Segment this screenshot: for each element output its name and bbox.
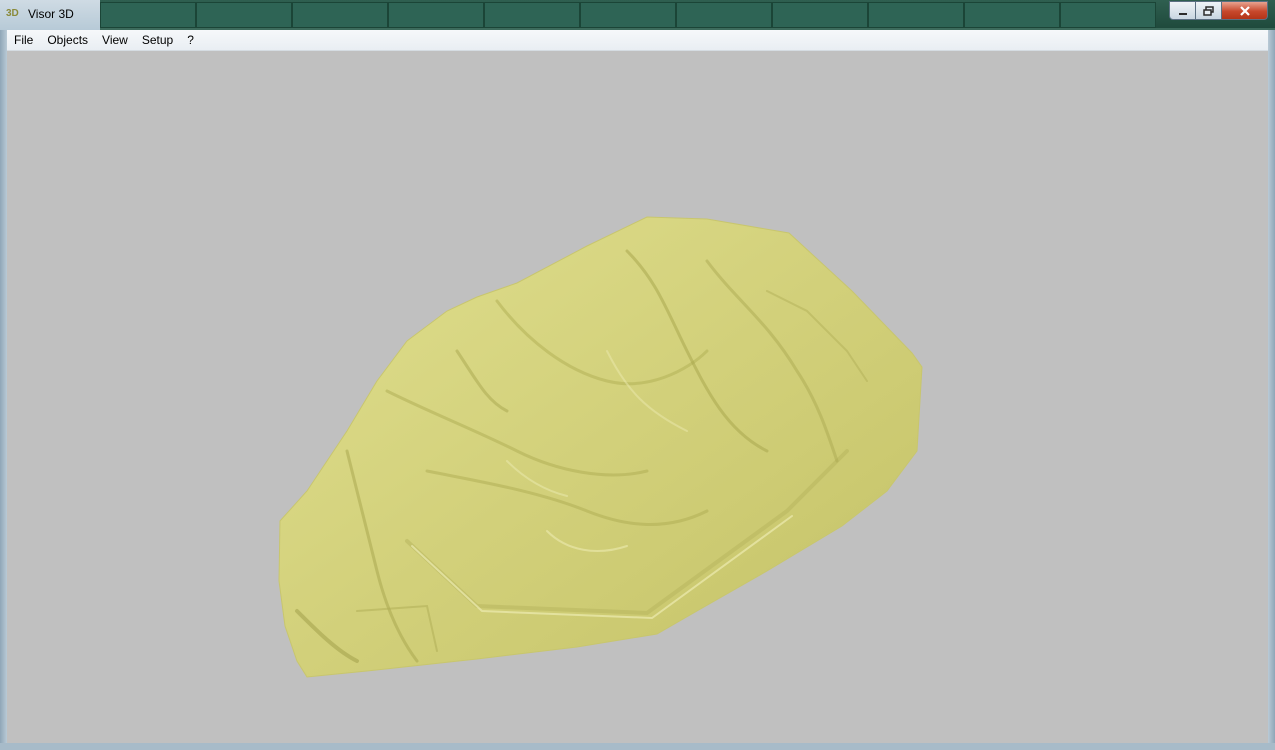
- terrain-model[interactable]: [7, 51, 1268, 743]
- window-title: Visor 3D: [28, 7, 74, 21]
- window-frame-right[interactable]: [1268, 30, 1275, 750]
- window-frame-bottom[interactable]: [0, 743, 1275, 750]
- window-frame-left[interactable]: [0, 30, 7, 750]
- close-icon: [1239, 5, 1250, 16]
- restore-icon: [1202, 5, 1214, 16]
- menu-setup[interactable]: Setup: [135, 31, 180, 49]
- menu-help[interactable]: ?: [180, 31, 201, 49]
- maximize-button[interactable]: [1196, 1, 1222, 20]
- titlebar[interactable]: 3D Visor 3D: [0, 0, 100, 30]
- close-button[interactable]: [1222, 1, 1268, 20]
- terrain-surface: [278, 216, 923, 678]
- menu-view[interactable]: View: [95, 31, 135, 49]
- 3d-viewport[interactable]: [7, 51, 1268, 743]
- menubar: File Objects View Setup ?: [7, 30, 1268, 51]
- minimize-button[interactable]: [1169, 1, 1196, 20]
- 3d-app-icon: 3D: [6, 8, 19, 19]
- menu-objects[interactable]: Objects: [40, 31, 95, 49]
- app-window: 3D Visor 3D File Objects View Setup ?: [0, 0, 1275, 750]
- window-controls: [1169, 1, 1268, 21]
- menu-file[interactable]: File: [7, 31, 40, 49]
- minimize-icon: [1178, 12, 1187, 15]
